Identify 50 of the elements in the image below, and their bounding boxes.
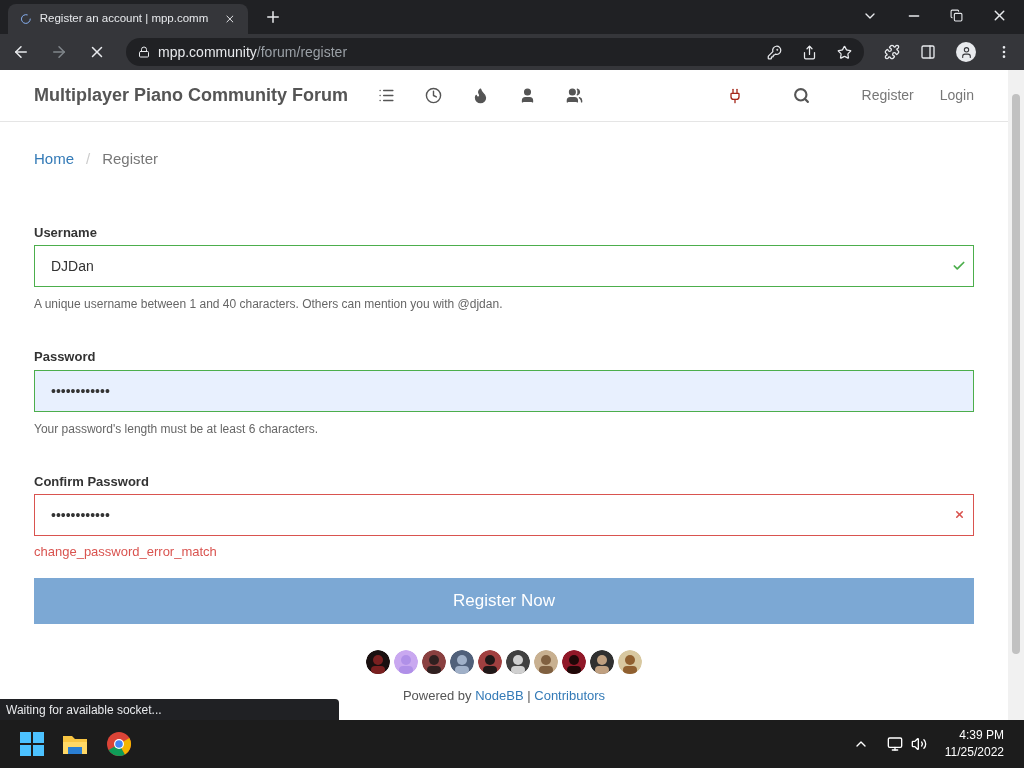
nodebb-link[interactable]: NodeBB bbox=[475, 687, 524, 703]
side-panel-icon[interactable] bbox=[920, 44, 936, 60]
key-icon[interactable] bbox=[767, 44, 782, 60]
close-icon[interactable] bbox=[224, 12, 236, 26]
folder-icon[interactable] bbox=[62, 733, 88, 755]
field-label: Password bbox=[34, 348, 97, 366]
star-icon[interactable] bbox=[837, 44, 852, 60]
help-text: Your password's length must be at least 6 characters. bbox=[34, 420, 319, 438]
contributors-link[interactable]: Contributors bbox=[534, 687, 606, 703]
url-text: mpp.community/forum/register bbox=[158, 42, 349, 62]
input-field[interactable]: DJDan bbox=[34, 245, 974, 287]
address-bar[interactable]: mpp.community/forum/register bbox=[126, 38, 864, 66]
breadcrumb-current: Register bbox=[102, 149, 159, 169]
field-label: Username bbox=[34, 223, 98, 242]
field-label: Confirm Password bbox=[34, 472, 150, 491]
lock-icon bbox=[138, 46, 150, 58]
error-text: change_password_error_match bbox=[34, 543, 218, 561]
clock-icon[interactable] bbox=[425, 87, 443, 104]
network-icon[interactable] bbox=[886, 736, 903, 752]
windows-icon[interactable] bbox=[20, 732, 44, 756]
status-bubble: Waiting for available socket... bbox=[0, 699, 339, 720]
clock-time: 4:39 PM bbox=[959, 727, 1004, 744]
scrollbar[interactable] bbox=[1008, 70, 1024, 720]
back-icon[interactable] bbox=[12, 43, 30, 61]
breadcrumb-separator: / bbox=[86, 149, 91, 169]
nav-link[interactable]: Register bbox=[861, 85, 914, 106]
search-icon[interactable] bbox=[792, 87, 810, 104]
share-icon[interactable] bbox=[802, 44, 817, 60]
footer-text: Powered by NodeBB | Contributors bbox=[401, 686, 607, 705]
site-title[interactable]: Multiplayer Piano Community Forum bbox=[34, 82, 349, 109]
extensions-icon[interactable] bbox=[884, 44, 900, 60]
users-icon[interactable] bbox=[566, 87, 584, 104]
volume-icon[interactable] bbox=[910, 736, 927, 752]
input-field[interactable]: •••••••••••• bbox=[34, 494, 974, 536]
chrome-icon[interactable] bbox=[106, 731, 132, 757]
list-icon[interactable] bbox=[378, 87, 396, 104]
profile-icon[interactable] bbox=[956, 42, 976, 62]
check-icon bbox=[952, 259, 966, 273]
browser-tab[interactable]: Register an account | mpp.comm bbox=[8, 4, 248, 34]
clock-date: 11/25/2022 bbox=[944, 744, 1004, 761]
nav-link[interactable]: Login bbox=[939, 85, 974, 106]
new-tab-icon[interactable] bbox=[264, 8, 282, 26]
help-text: A unique username between 1 and 40 characters. Others can mention you with @djdan. bbox=[34, 296, 504, 313]
restore-icon[interactable] bbox=[950, 9, 963, 22]
tab-title: Register an account | mpp.comm bbox=[39, 11, 209, 27]
loading-icon bbox=[20, 12, 32, 26]
error-icon bbox=[954, 509, 965, 520]
breadcrumb-link[interactable]: Home bbox=[34, 148, 74, 171]
forward-icon[interactable] bbox=[50, 43, 68, 61]
input-field[interactable]: •••••••••••• bbox=[34, 369, 974, 412]
